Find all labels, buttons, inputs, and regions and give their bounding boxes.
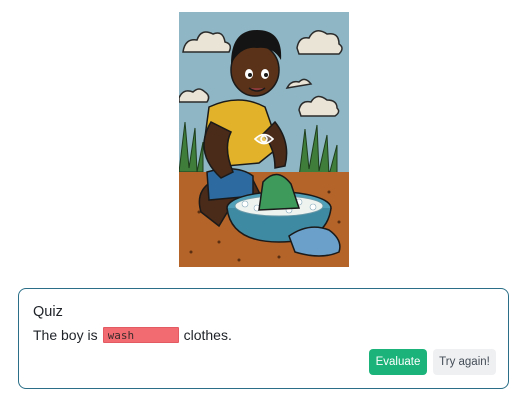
quiz-title: Quiz — [33, 304, 63, 320]
try-again-button[interactable]: Try again! — [433, 349, 496, 375]
sentence-prefix: The boy is — [33, 327, 98, 343]
evaluate-button[interactable]: Evaluate — [369, 349, 427, 375]
quiz-sentence: The boy is clothes. — [33, 327, 232, 343]
quiz-card: Quiz The boy is clothes. Evaluate Try ag… — [18, 288, 509, 389]
answer-input[interactable] — [102, 327, 179, 343]
eye-icon[interactable] — [253, 131, 275, 147]
sentence-suffix: clothes. — [183, 327, 232, 343]
